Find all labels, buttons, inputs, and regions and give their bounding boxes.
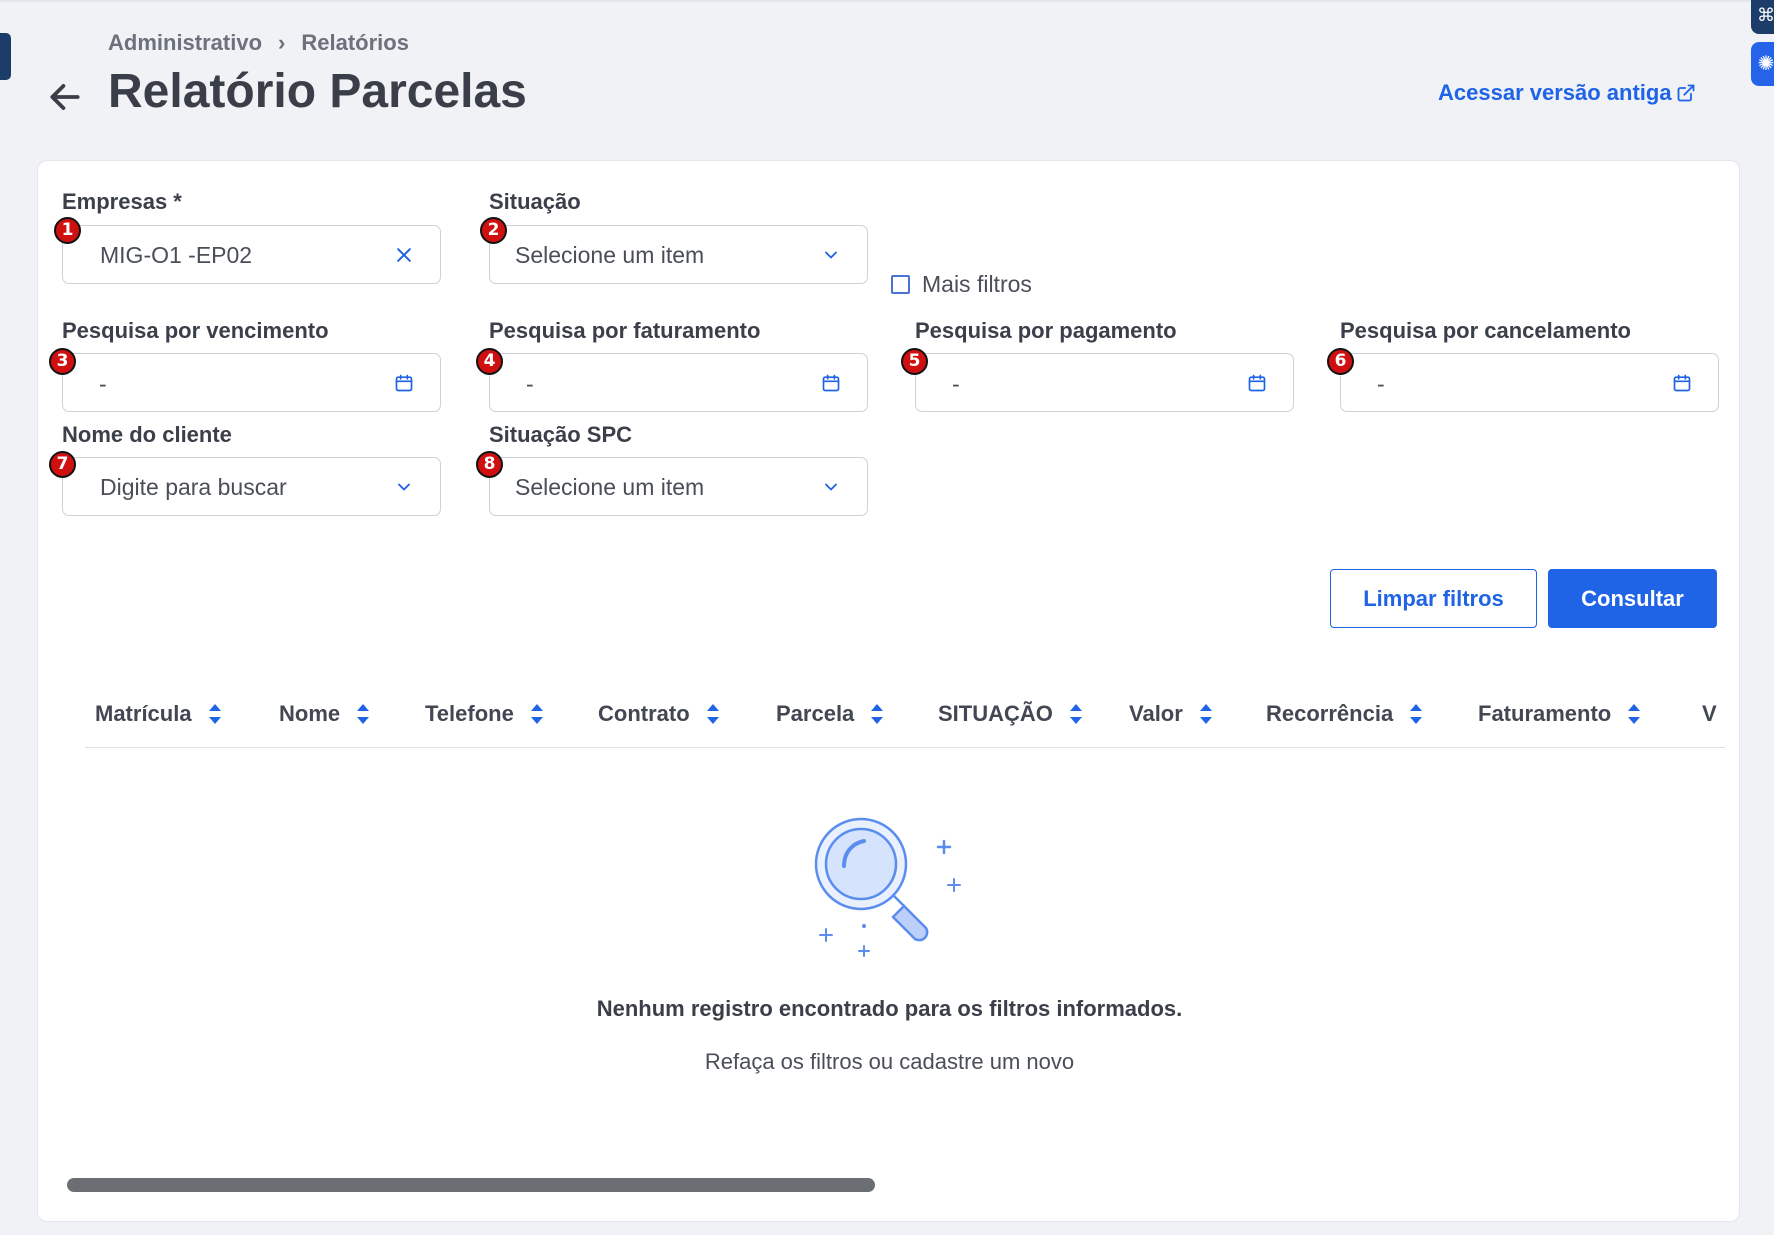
column-header-valor[interactable]: Valor xyxy=(1129,701,1213,727)
calendar-icon[interactable] xyxy=(821,373,841,393)
calendar-icon[interactable] xyxy=(1247,373,1267,393)
pagamento-value: - xyxy=(952,371,960,397)
close-icon[interactable] xyxy=(394,245,414,265)
arrow-left-icon[interactable] xyxy=(46,78,84,116)
translate-icon[interactable]: ⌘ xyxy=(1751,0,1774,34)
column-header-situacao[interactable]: SITUAÇÃO xyxy=(938,701,1083,727)
empresas-value: MIG-O1 -EP02 xyxy=(100,242,253,268)
situacao-spc-placeholder: Selecione um item xyxy=(515,474,705,500)
assistant-icon[interactable]: ✺ xyxy=(1751,42,1774,86)
clear-filters-button[interactable]: Limpar filtros xyxy=(1330,569,1537,628)
column-label: Matrícula xyxy=(95,701,192,726)
horizontal-scrollbar[interactable] xyxy=(67,1178,875,1192)
faturamento-value: - xyxy=(526,371,534,397)
column-label: Telefone xyxy=(425,701,514,726)
empresas-label: Empresas * xyxy=(62,189,182,214)
column-label: SITUAÇÃO xyxy=(938,701,1053,726)
table-header: Matrícula Nome Telefone Contrato Parcela… xyxy=(85,701,1725,748)
vencimento-value: - xyxy=(99,371,107,397)
empty-state-subtitle: Refaça os filtros ou cadastre um novo xyxy=(704,1049,1075,1074)
calendar-icon[interactable] xyxy=(394,373,414,393)
vencimento-label: Pesquisa por vencimento xyxy=(62,318,329,343)
step-badge-8: 8 xyxy=(476,451,503,478)
breadcrumb-item-relatorios[interactable]: Relatórios xyxy=(301,30,409,56)
column-label: Recorrência xyxy=(1266,701,1394,726)
cliente-label: Nome do cliente xyxy=(62,422,232,447)
sort-icon[interactable] xyxy=(356,703,370,725)
chevron-down-icon xyxy=(825,251,837,259)
step-badge-2: 2 xyxy=(480,217,507,244)
cancelamento-date-range[interactable]: - xyxy=(1340,353,1719,412)
filters-card: Empresas * MIG-O1 -EP02 1 Situação Selec… xyxy=(37,160,1740,1222)
step-badge-6: 6 xyxy=(1327,348,1354,375)
pagamento-date-range[interactable]: - xyxy=(915,353,1294,412)
mais-filtros-label: Mais filtros xyxy=(922,271,1032,297)
situacao-placeholder: Selecione um item xyxy=(515,242,705,268)
column-header-contrato[interactable]: Contrato xyxy=(598,701,720,727)
old-version-link-label: Acessar versão antiga xyxy=(1438,80,1672,105)
chevron-down-icon xyxy=(398,483,410,491)
breadcrumb: Administrativo › Relatórios xyxy=(108,30,409,56)
sort-icon[interactable] xyxy=(1409,703,1423,725)
column-label: Contrato xyxy=(598,701,690,726)
column-header-recorrencia[interactable]: Recorrência xyxy=(1266,701,1423,727)
old-version-link[interactable]: Acessar versão antiga xyxy=(1438,80,1696,106)
sort-icon[interactable] xyxy=(1199,703,1213,725)
cliente-placeholder: Digite para buscar xyxy=(100,474,287,500)
column-header-faturamento[interactable]: Faturamento xyxy=(1478,701,1641,727)
top-border xyxy=(0,0,1774,2)
step-badge-4: 4 xyxy=(476,348,503,375)
breadcrumb-item-administrativo[interactable]: Administrativo xyxy=(108,30,262,56)
column-label: Nome xyxy=(279,701,341,726)
sort-icon[interactable] xyxy=(870,703,884,725)
column-header-parcela[interactable]: Parcela xyxy=(776,701,884,727)
external-link-icon xyxy=(1677,84,1694,102)
step-badge-1: 1 xyxy=(54,217,81,244)
column-label: V xyxy=(1702,701,1717,726)
cliente-search-select[interactable]: Digite para buscar xyxy=(62,457,441,516)
cancelamento-label: Pesquisa por cancelamento xyxy=(1340,318,1631,343)
sort-icon[interactable] xyxy=(1069,703,1083,725)
column-label: Parcela xyxy=(776,701,855,726)
column-header-telefone[interactable]: Telefone xyxy=(425,701,544,727)
chevron-down-icon xyxy=(825,483,837,491)
situacao-spc-label: Situação SPC xyxy=(489,422,633,447)
sort-icon[interactable] xyxy=(208,703,222,725)
side-panel-toggle[interactable] xyxy=(0,33,11,80)
step-badge-5: 5 xyxy=(901,348,928,375)
faturamento-label: Pesquisa por faturamento xyxy=(489,318,761,343)
column-label: Faturamento xyxy=(1478,701,1612,726)
sort-icon[interactable] xyxy=(1627,703,1641,725)
empty-state-title: Nenhum registro encontrado para os filtr… xyxy=(596,996,1183,1021)
submit-button[interactable]: Consultar xyxy=(1548,569,1717,628)
step-badge-3: 3 xyxy=(49,348,76,375)
vencimento-date-range[interactable]: - xyxy=(62,353,441,412)
magnifier-illustration xyxy=(814,817,961,957)
situacao-label: Situação xyxy=(489,189,581,214)
breadcrumb-separator: › xyxy=(278,30,286,55)
mais-filtros-checkbox[interactable]: Mais filtros xyxy=(891,271,1032,298)
situacao-select[interactable]: Selecione um item xyxy=(489,225,868,284)
page-title: Relatório Parcelas xyxy=(108,65,527,118)
situacao-spc-select[interactable]: Selecione um item xyxy=(489,457,868,516)
column-header-matricula[interactable]: Matrícula xyxy=(95,701,222,727)
empresas-select[interactable]: MIG-O1 -EP02 xyxy=(62,225,441,284)
step-badge-7: 7 xyxy=(49,451,76,478)
calendar-icon[interactable] xyxy=(1672,373,1692,393)
sort-icon[interactable] xyxy=(530,703,544,725)
column-header-nome[interactable]: Nome xyxy=(279,701,370,727)
column-header-truncated[interactable]: V xyxy=(1702,701,1717,727)
column-label: Valor xyxy=(1129,701,1183,726)
pagamento-label: Pesquisa por pagamento xyxy=(915,318,1177,343)
faturamento-date-range[interactable]: - xyxy=(489,353,868,412)
cancelamento-value: - xyxy=(1377,371,1385,397)
checkbox-box[interactable] xyxy=(891,275,910,294)
sort-icon[interactable] xyxy=(706,703,720,725)
